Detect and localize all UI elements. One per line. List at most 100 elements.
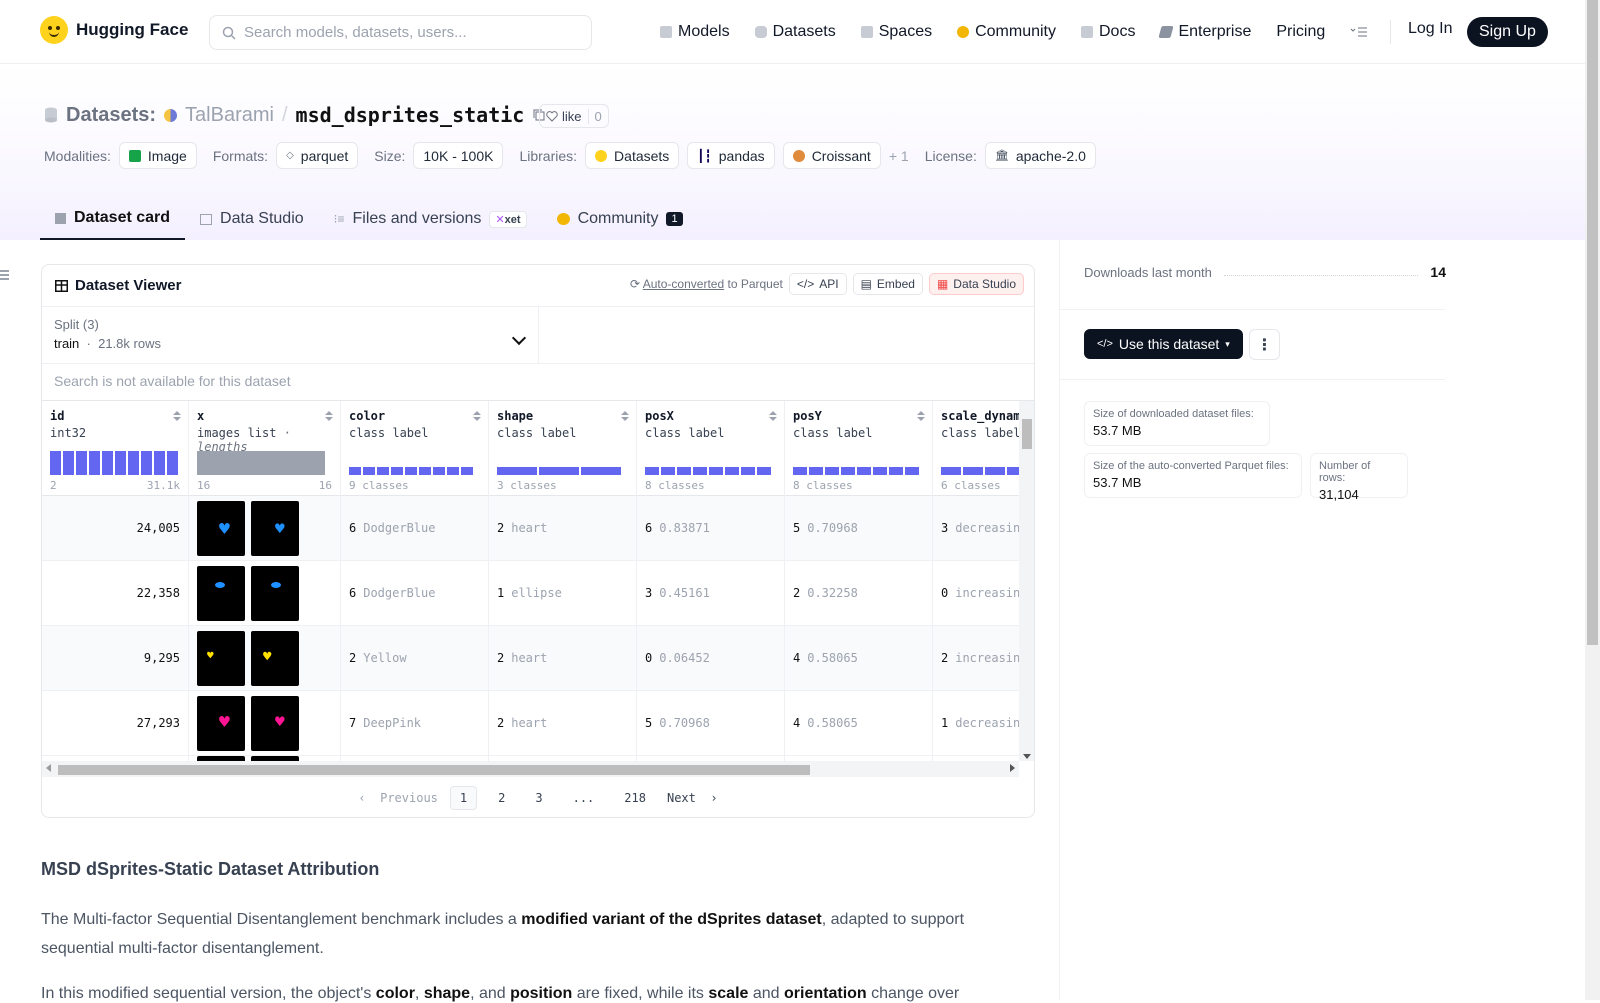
table-cell[interactable]: 27,293 bbox=[42, 691, 188, 756]
repo-name[interactable]: msd_dsprites_static bbox=[296, 103, 525, 127]
library-chip-datasets[interactable]: Datasets bbox=[585, 142, 680, 169]
table-cell[interactable]: 5 0.70968 bbox=[637, 691, 784, 756]
more-options-button[interactable]: ⋮ bbox=[1249, 329, 1280, 360]
sort-icon[interactable] bbox=[473, 411, 481, 423]
table-cell[interactable]: 3 0.45161 bbox=[637, 561, 784, 626]
table-cell[interactable]: 22,358 bbox=[42, 561, 188, 626]
api-button[interactable]: </> API bbox=[788, 273, 847, 295]
library-chip-pandas[interactable]: ┃┇ pandas bbox=[687, 142, 775, 169]
nav-community[interactable]: Community bbox=[957, 23, 1056, 41]
sprite-thumbnail[interactable]: ♥ bbox=[197, 630, 245, 686]
modality-chip[interactable]: Image bbox=[118, 142, 197, 169]
tab-files-and-versions[interactable]: ⁝≡ Files and versions ✕xet bbox=[319, 198, 542, 240]
nav-more-menu[interactable] bbox=[1350, 26, 1368, 38]
column-histogram bbox=[349, 467, 473, 475]
scroll-left-arrow[interactable] bbox=[46, 764, 51, 772]
table-cell[interactable]: ♥ ♥ bbox=[189, 626, 340, 691]
sprite-thumbnail[interactable]: ♥ bbox=[251, 630, 299, 686]
scroll-right-arrow[interactable] bbox=[1010, 764, 1015, 772]
use-dataset-button[interactable]: </> Use this dataset ▾ bbox=[1084, 329, 1243, 359]
sprite-thumbnail[interactable] bbox=[197, 565, 245, 621]
table-cell[interactable]: 3 decreasin bbox=[933, 496, 1019, 561]
sort-icon[interactable] bbox=[917, 411, 925, 423]
table-cell[interactable]: ♥ ♥ bbox=[189, 496, 340, 561]
column-header[interactable]: posY class label 8 classes bbox=[785, 401, 932, 496]
table-cell[interactable]: 2 increasin bbox=[933, 626, 1019, 691]
sort-icon[interactable] bbox=[325, 411, 333, 423]
nav-docs[interactable]: Docs bbox=[1081, 23, 1135, 41]
table-cell[interactable]: 2 heart bbox=[489, 626, 636, 691]
signup-button[interactable]: Sign Up bbox=[1467, 17, 1548, 47]
previous-page-button[interactable]: ‹ Previous bbox=[358, 791, 437, 805]
license-chip[interactable]: 🏛 apache-2.0 bbox=[984, 142, 1096, 169]
tab-dataset-card[interactable]: Dataset card bbox=[40, 198, 186, 240]
sidebar-toggle[interactable] bbox=[0, 270, 9, 282]
page-1-button[interactable]: 1 bbox=[449, 786, 478, 810]
size-chip[interactable]: 10K - 100K bbox=[413, 142, 504, 169]
table-cell[interactable] bbox=[189, 561, 340, 626]
data-studio-button[interactable]: ▦ Data Studio bbox=[928, 273, 1024, 295]
format-chip[interactable]: ◇ parquet bbox=[276, 142, 359, 169]
sort-icon[interactable] bbox=[621, 411, 629, 423]
table-cell[interactable]: 2 0.32258 bbox=[785, 561, 932, 626]
table-cell[interactable]: 0 increasin bbox=[933, 561, 1019, 626]
column-header[interactable]: x images list · lengths 16 16 bbox=[189, 401, 340, 496]
horizontal-scrollbar[interactable] bbox=[42, 761, 1019, 777]
library-chip-croissant[interactable]: Croissant bbox=[782, 142, 881, 169]
section-label[interactable]: Datasets: bbox=[66, 104, 156, 127]
table-cell[interactable]: 2 heart bbox=[489, 691, 636, 756]
table-cell[interactable]: ♥ ♥ bbox=[189, 691, 340, 756]
table-cell[interactable]: 6 DodgerBlue bbox=[341, 496, 488, 561]
table-cell[interactable]: 6 0.83871 bbox=[637, 496, 784, 561]
table-cell[interactable]: 2 heart bbox=[489, 496, 636, 561]
more-libraries[interactable]: + 1 bbox=[889, 148, 909, 164]
vertical-scrollbar[interactable] bbox=[1019, 401, 1034, 761]
sprite-thumbnail[interactable]: ♥ bbox=[251, 500, 299, 556]
scroll-down-arrow[interactable] bbox=[1023, 754, 1031, 759]
embed-button[interactable]: ▤ Embed bbox=[852, 273, 923, 295]
sprite-thumbnail[interactable]: ♥ bbox=[197, 695, 245, 751]
login-button[interactable]: Log In bbox=[1408, 20, 1452, 38]
user-link[interactable]: TalBarami bbox=[185, 104, 274, 127]
table-cell[interactable]: 9,295 bbox=[42, 626, 188, 691]
page-scrollbar[interactable] bbox=[1585, 0, 1600, 1000]
tab-community[interactable]: Community 1 bbox=[542, 198, 698, 240]
nav-enterprise[interactable]: Enterprise bbox=[1158, 23, 1251, 41]
column-header[interactable]: scale_dynam class label 6 classes bbox=[933, 401, 1019, 496]
sprite-thumbnail[interactable]: ♥ bbox=[197, 500, 245, 556]
tab-data-studio[interactable]: Data Studio bbox=[185, 198, 319, 240]
search-input[interactable] bbox=[244, 24, 574, 41]
nav-pricing[interactable]: Pricing bbox=[1276, 23, 1325, 41]
page-3-button[interactable]: 3 bbox=[526, 787, 551, 809]
cell-value: 27,293 bbox=[136, 716, 180, 730]
column-header[interactable]: shape class label 3 classes bbox=[489, 401, 636, 496]
sprite-thumbnail[interactable]: ♥ bbox=[251, 695, 299, 751]
table-cell[interactable]: 24,005 bbox=[42, 496, 188, 561]
table-cell[interactable]: 4 0.58065 bbox=[785, 626, 932, 691]
table-cell[interactable]: 1 decreasin bbox=[933, 691, 1019, 756]
split-selector[interactable]: Split (3) train · 21.8k rows bbox=[42, 307, 539, 364]
nav-datasets[interactable]: Datasets bbox=[754, 23, 836, 41]
sprite-thumbnail[interactable] bbox=[251, 565, 299, 621]
table-cell[interactable]: 5 0.70968 bbox=[785, 496, 932, 561]
table-cell[interactable]: 1 ellipse bbox=[489, 561, 636, 626]
sort-icon[interactable] bbox=[769, 411, 777, 423]
nav-models[interactable]: Models bbox=[660, 23, 730, 41]
sort-icon[interactable] bbox=[173, 411, 181, 423]
table-cell[interactable]: 4 0.58065 bbox=[785, 691, 932, 756]
table-cell[interactable]: 7 DeepPink bbox=[341, 691, 488, 756]
page-218-button[interactable]: 218 bbox=[615, 787, 655, 809]
nav-spaces[interactable]: Spaces bbox=[860, 23, 932, 41]
column-header[interactable]: id int32 2 31.1k bbox=[42, 401, 188, 496]
column-header[interactable]: color class label 9 classes bbox=[341, 401, 488, 496]
brand-logo[interactable]: Hugging Face bbox=[40, 16, 188, 44]
table-cell[interactable]: 0 0.06452 bbox=[637, 626, 784, 691]
like-button[interactable]: like 0 bbox=[539, 104, 609, 128]
table-cell[interactable]: 2 Yellow bbox=[341, 626, 488, 691]
column-header[interactable]: posX class label 8 classes bbox=[637, 401, 784, 496]
page-2-button[interactable]: 2 bbox=[489, 787, 514, 809]
next-page-button[interactable]: Next › bbox=[667, 791, 718, 805]
search-box[interactable] bbox=[209, 15, 592, 50]
table-cell[interactable]: 6 DodgerBlue bbox=[341, 561, 488, 626]
auto-converted-link[interactable]: ⟳ Auto-converted to Parquet bbox=[630, 277, 783, 291]
